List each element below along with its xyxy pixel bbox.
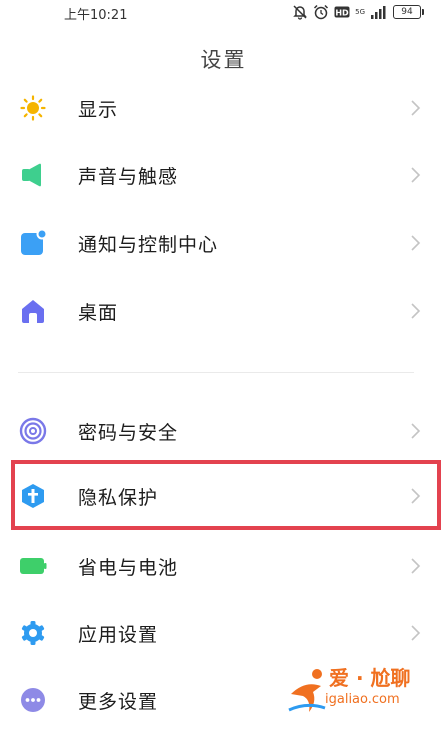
status-icons: HD 5G 94 [292, 3, 424, 21]
settings-item-label: 应用设置 [78, 623, 159, 646]
settings-item-label: 密码与安全 [78, 421, 179, 444]
notification-icon [19, 229, 47, 257]
settings-item-desktop[interactable]: 桌面 [0, 278, 447, 344]
network-label: 5G [355, 7, 365, 16]
battery-icon [19, 552, 47, 580]
chevron-right-icon [411, 488, 421, 504]
settings-item-password-security[interactable]: 密码与安全 [0, 398, 447, 464]
settings-item-label: 更多设置 [78, 690, 159, 713]
watermark-brand: 爱 · 尬聊 [329, 666, 411, 690]
section-divider [18, 372, 414, 373]
speaker-icon [19, 161, 47, 189]
chevron-right-icon [411, 100, 421, 116]
watermark-url: igaliao.com [325, 692, 400, 707]
settings-item-sound[interactable]: 声音与触感 [0, 142, 447, 208]
chevron-right-icon [411, 625, 421, 641]
home-icon [19, 297, 47, 325]
settings-item-app-settings[interactable]: 应用设置 [0, 600, 447, 666]
more-icon [19, 686, 47, 714]
settings-item-label: 声音与触感 [78, 165, 179, 188]
privacy-shield-icon [19, 482, 47, 510]
signal-icon [371, 6, 386, 19]
sun-icon [19, 94, 47, 122]
settings-item-label: 隐私保护 [78, 486, 159, 509]
settings-item-label: 桌面 [78, 301, 119, 324]
watermark-logo-icon [288, 669, 326, 712]
settings-item-display[interactable]: 显示 [0, 75, 447, 141]
settings-item-label: 通知与控制中心 [78, 233, 219, 256]
fingerprint-icon [19, 417, 47, 445]
settings-item-battery[interactable]: 省电与电池 [0, 533, 447, 599]
mute-bell-icon [293, 5, 307, 20]
svg-text:HD: HD [335, 9, 349, 18]
gear-icon [19, 619, 47, 647]
hd-icon: HD [334, 6, 350, 18]
status-time: 上午10:21 [64, 8, 128, 23]
chevron-right-icon [411, 167, 421, 183]
chevron-right-icon [411, 423, 421, 439]
battery-indicator: 94 [393, 5, 424, 19]
status-bar: 上午10:21 HD 5G 94 [0, 0, 447, 26]
settings-item-label: 省电与电池 [78, 556, 179, 579]
settings-item-notifications[interactable]: 通知与控制中心 [0, 210, 447, 276]
settings-item-privacy[interactable]: 隐私保护 [0, 463, 447, 529]
alarm-icon [314, 4, 329, 20]
chevron-right-icon [411, 303, 421, 319]
chevron-right-icon [411, 235, 421, 251]
chevron-right-icon [411, 558, 421, 574]
settings-item-label: 显示 [78, 98, 119, 121]
page-title: 设置 [200, 48, 247, 72]
watermark: 爱 · 尬聊 igaliao.com [287, 662, 437, 720]
